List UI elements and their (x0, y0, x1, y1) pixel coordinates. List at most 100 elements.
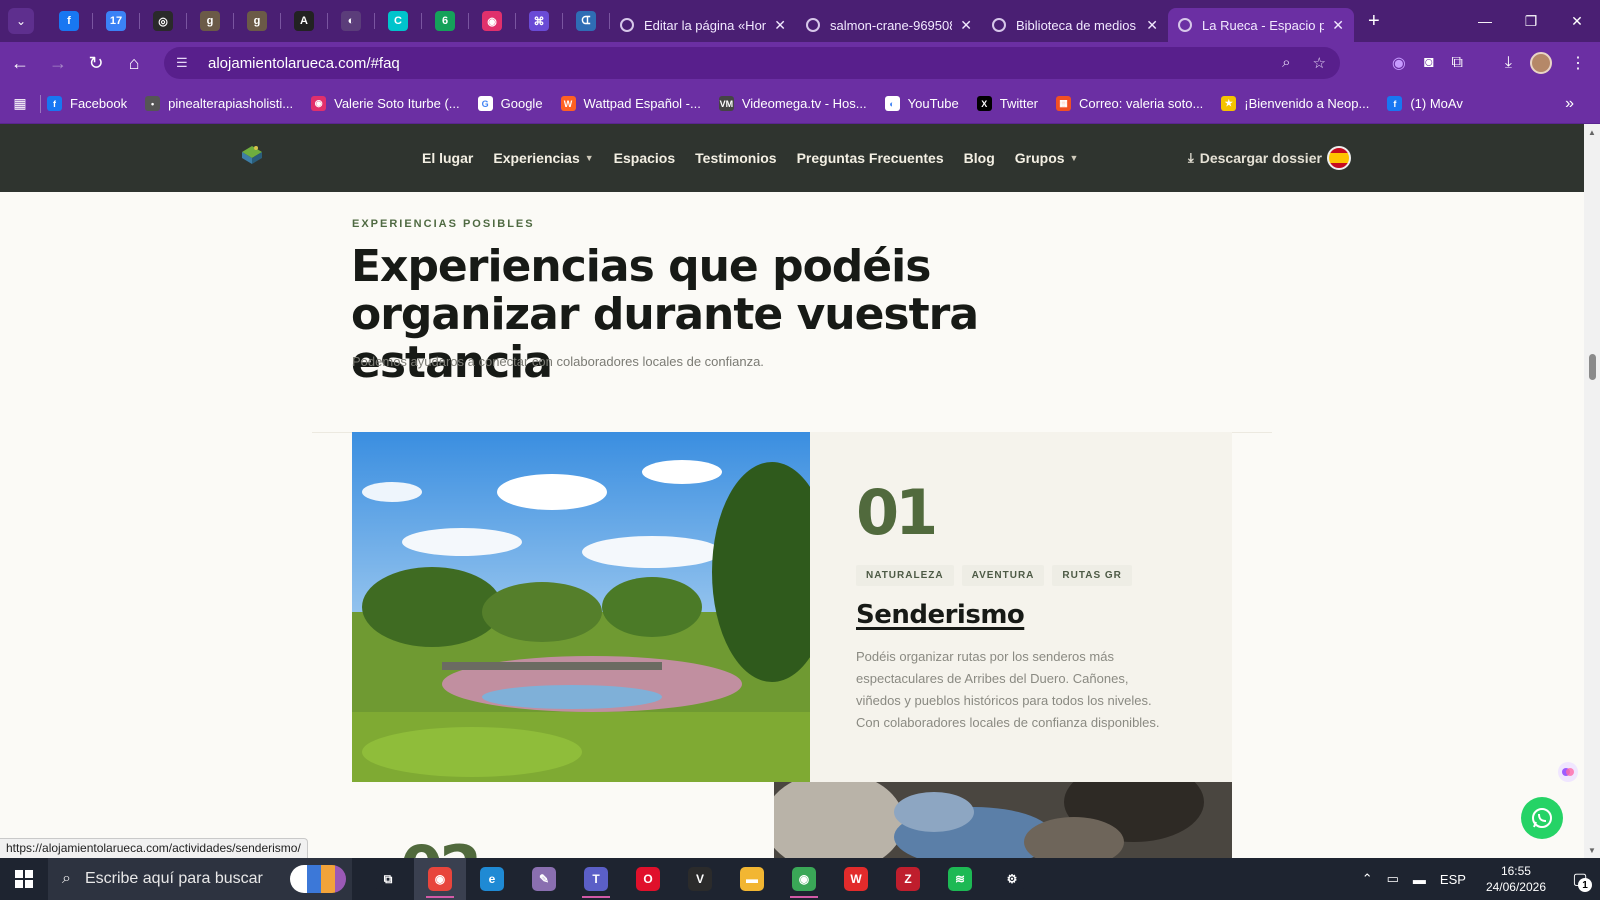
address-bar[interactable]: ☰ alojamientolarueca.com/#faq ⌕ ☆ (164, 47, 1340, 79)
extensions-icon[interactable]: ⧉ (1451, 54, 1462, 72)
taskbar-app-edge[interactable]: e (466, 858, 518, 900)
experience-card: 01 NATURALEZA AVENTURA RUTAS GR Senderismo… (810, 432, 1232, 782)
instagram-icon[interactable]: ◉ (482, 11, 502, 31)
battery-icon[interactable]: ▬ (1413, 872, 1426, 887)
framer-icon[interactable]: ⌘ (529, 11, 549, 31)
notifications-icon[interactable]: ▢1 (1560, 858, 1600, 900)
canva-icon[interactable]: C (388, 11, 408, 31)
taskbar-app-paint[interactable]: ✎ (518, 858, 570, 900)
url-text[interactable]: alojamientolarueca.com/#faq (208, 55, 400, 72)
browser-tab[interactable]: Editar la página «Hon ✕ (610, 8, 796, 42)
experience-title-link[interactable]: Senderismo (856, 600, 1025, 630)
bookmark-item[interactable]: ◉ Valerie Soto Iturbe (... (311, 96, 460, 111)
profile-avatar[interactable] (1530, 52, 1552, 74)
nav-item[interactable]: Espacios (614, 150, 675, 166)
taskbar-app-teams[interactable]: T (570, 858, 622, 900)
senderismo-photo[interactable] (352, 432, 810, 782)
screenshot-icon[interactable]: ◙ (1424, 54, 1434, 72)
bookmark-star-icon[interactable]: ☆ (1313, 54, 1326, 72)
nav-item[interactable]: El lugar (422, 150, 473, 166)
bookmark-item[interactable]: VM Videomega.tv - Hos... (718, 96, 867, 111)
bookmark-item[interactable]: ★ ¡Bienvenido a Neop... (1221, 96, 1369, 111)
taskbar-app-spotify[interactable]: ≋ (934, 858, 986, 900)
next-experience-photo[interactable] (774, 782, 1232, 858)
language-indicator[interactable]: ESP (1440, 872, 1466, 887)
taskbar-app-vivaldi[interactable]: V (674, 858, 726, 900)
browser-tab[interactable]: La Rueca - Espacio pa ✕ (1168, 8, 1354, 42)
start-button[interactable] (0, 870, 48, 888)
back-icon[interactable]: ← (2, 45, 38, 81)
dossier-label: Descargar dossier (1199, 150, 1322, 166)
bookmark-item[interactable]: X Twitter (976, 96, 1038, 111)
zoom-icon[interactable]: ⌕ (1282, 54, 1290, 72)
bookmark-item[interactable]: f Facebook (47, 96, 127, 111)
bookmark-label: Videomega.tv - Hos... (741, 96, 867, 111)
reload-icon[interactable]: ↻ (78, 45, 114, 81)
copilot-icon[interactable]: ◉ (1392, 53, 1406, 73)
taskbar-app-filezilla[interactable]: Z (882, 858, 934, 900)
close-window-icon[interactable]: ✕ (1554, 0, 1600, 42)
restore-icon[interactable]: ❐ (1508, 0, 1554, 42)
menu-icon[interactable]: ⋮ (1570, 53, 1586, 73)
tab-divider (421, 13, 422, 29)
floating-extension-icon[interactable] (1558, 762, 1578, 782)
browser-tab[interactable]: salmon-crane-969508 ✕ (796, 8, 982, 42)
spain-flag-icon[interactable] (1327, 146, 1351, 170)
scroll-down-icon[interactable]: ▼ (1588, 846, 1596, 855)
tray-chevron-icon[interactable]: ⌃ (1362, 871, 1373, 887)
nav-item[interactable]: Grupos ▼ (1015, 150, 1079, 166)
download-dossier-link[interactable]: ⤓ Descargar dossier (1188, 124, 1322, 192)
grammarly-icon[interactable]: 6 (435, 11, 455, 31)
more-bookmarks-icon[interactable]: » (1565, 95, 1574, 113)
taskbar-app-opera[interactable]: O (622, 858, 674, 900)
calendar-icon[interactable]: 17 (106, 11, 126, 31)
bookmark-item[interactable]: ◐ YouTube (884, 96, 959, 111)
facebook-icon[interactable]: f (59, 11, 79, 31)
type-icon[interactable]: A (294, 11, 314, 31)
bookmark-item[interactable]: f (1) MoAv (1387, 96, 1463, 111)
bookmark-item[interactable]: G Google (477, 96, 543, 111)
goodreads-icon[interactable]: g (247, 11, 267, 31)
taskbar-app-wps[interactable]: W (830, 858, 882, 900)
home-icon[interactable]: ⌂ (116, 45, 152, 81)
tab-search-button[interactable]: ⌄ (8, 8, 34, 34)
taskbar-search[interactable]: ⌕ Escribe aquí para buscar (48, 858, 352, 900)
minimize-icon[interactable]: — (1462, 0, 1508, 42)
scrollbar-thumb[interactable] (1589, 354, 1596, 380)
taskbar-app-chrome[interactable]: ◉ (414, 858, 466, 900)
network-icon[interactable]: ▭ (1387, 871, 1399, 887)
close-tab-icon[interactable]: ✕ (1146, 17, 1158, 34)
bookmark-item[interactable]: ▦ Correo: valeria soto... (1056, 96, 1203, 111)
site-logo[interactable] (240, 142, 264, 168)
new-tab-button[interactable]: + (1368, 10, 1380, 33)
browser-tab[interactable]: Biblioteca de medios ✕ (982, 8, 1168, 42)
close-tab-icon[interactable]: ✕ (1332, 17, 1344, 34)
close-tab-icon[interactable]: ✕ (960, 17, 972, 34)
page-scrollbar[interactable] (1584, 124, 1600, 858)
whatsapp-button[interactable] (1521, 797, 1563, 839)
scroll-up-icon[interactable]: ▲ (1588, 128, 1596, 137)
openai-icon[interactable]: ◎ (153, 11, 173, 31)
wp-icon[interactable]: ᗭ (576, 11, 596, 31)
bookmark-item[interactable]: • pinealterapiasholisti... (145, 96, 293, 111)
taskbar-app-chrome-profile[interactable]: ◉ (778, 858, 830, 900)
nav-item[interactable]: Experiencias ▼ (493, 150, 593, 166)
nav-item[interactable]: Testimonios (695, 150, 776, 166)
globe-icon[interactable]: ◐ (341, 11, 361, 31)
nav-item[interactable]: Blog (964, 150, 995, 166)
wattpad-icon: W (560, 96, 576, 111)
goodreads-icon[interactable]: g (200, 11, 220, 31)
download-icon[interactable]: ⤓ (1505, 54, 1512, 72)
taskbar-app-file-explorer[interactable]: ▬ (726, 858, 778, 900)
nav-item[interactable]: Preguntas Frecuentes (797, 150, 944, 166)
bookmark-item[interactable]: W Wattpad Español -... (560, 96, 701, 111)
close-tab-icon[interactable]: ✕ (774, 17, 786, 34)
taskbar-app-task-view[interactable]: ⧉ (362, 858, 414, 900)
forward-icon[interactable]: → (40, 45, 76, 81)
site-info-icon[interactable]: ☰ (176, 55, 194, 71)
search-highlight-image[interactable] (290, 865, 346, 893)
nav-label: Espacios (613, 150, 676, 166)
clock[interactable]: 16:55 24/06/2026 (1486, 863, 1546, 895)
taskbar-app-settings[interactable]: ⚙ (986, 858, 1038, 900)
apps-grid-icon[interactable]: ▦ (0, 95, 40, 112)
